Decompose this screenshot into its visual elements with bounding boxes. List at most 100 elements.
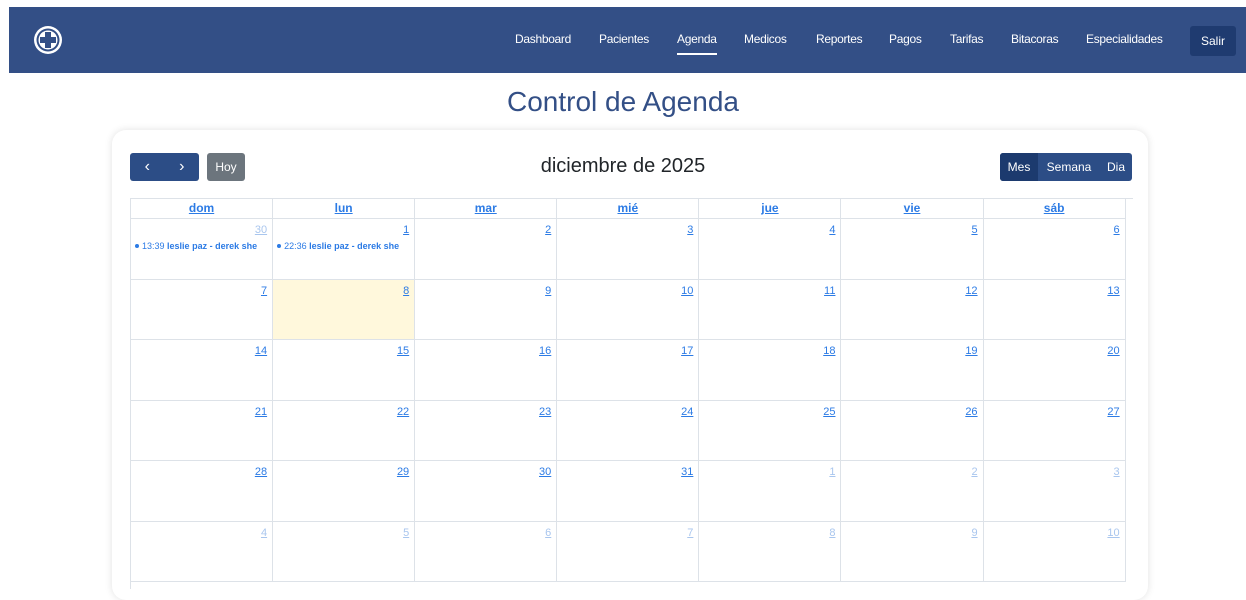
nav-item-medicos[interactable]: Medicos <box>744 32 787 46</box>
day-number-link[interactable]: 25 <box>823 406 835 418</box>
day-cell[interactable]: 21 <box>131 400 274 461</box>
day-number-link[interactable]: 8 <box>403 285 409 297</box>
nav-item-tarifas[interactable]: Tarifas <box>950 32 984 46</box>
day-number-link[interactable]: 23 <box>539 406 551 418</box>
day-number-link[interactable]: 4 <box>261 527 267 539</box>
day-cell[interactable]: 18 <box>699 340 842 401</box>
day-number-link[interactable]: 4 <box>829 224 835 236</box>
day-cell[interactable]: 26 <box>841 400 984 461</box>
day-cell-today[interactable]: 8 <box>273 279 416 340</box>
day-cell[interactable]: 23 <box>415 400 558 461</box>
day-cell[interactable]: 15 <box>273 340 416 401</box>
nav-item-pacientes[interactable]: Pacientes <box>599 32 649 46</box>
day-number-link[interactable]: 29 <box>397 466 409 478</box>
day-cell[interactable]: 5 <box>273 521 416 582</box>
day-cell[interactable]: 17 <box>557 340 700 401</box>
calendar-event[interactable]: 22:36 leslie paz - derek she <box>277 241 412 251</box>
day-number-link[interactable]: 6 <box>1114 224 1120 236</box>
day-cell[interactable]: 9 <box>415 279 558 340</box>
day-cell[interactable]: 31 <box>557 461 700 522</box>
day-number-link[interactable]: 16 <box>539 345 551 357</box>
day-cell[interactable]: 2 <box>841 461 984 522</box>
day-cell[interactable]: 6 <box>415 521 558 582</box>
day-cell[interactable]: 9 <box>841 521 984 582</box>
weekday-header[interactable]: jue <box>699 199 842 219</box>
nav-item-pagos[interactable]: Pagos <box>889 32 922 46</box>
day-number-link[interactable]: 30 <box>539 466 551 478</box>
day-number-link[interactable]: 8 <box>829 527 835 539</box>
day-cell[interactable]: 4 <box>699 219 842 280</box>
day-cell[interactable]: 25 <box>699 400 842 461</box>
day-cell[interactable]: 22 <box>273 400 416 461</box>
day-number-link[interactable]: 13 <box>1107 285 1119 297</box>
day-cell[interactable]: 14 <box>131 340 274 401</box>
logout-button[interactable]: Salir <box>1190 26 1236 56</box>
day-cell[interactable]: 3 <box>557 219 700 280</box>
day-number-link[interactable]: 14 <box>255 345 267 357</box>
day-number-link[interactable]: 2 <box>971 466 977 478</box>
day-number-link[interactable]: 22 <box>397 406 409 418</box>
day-number-link[interactable]: 27 <box>1107 406 1119 418</box>
day-number-link[interactable]: 3 <box>1114 466 1120 478</box>
day-number-link[interactable]: 5 <box>403 527 409 539</box>
day-number-link[interactable]: 19 <box>965 345 977 357</box>
day-cell[interactable]: 19 <box>841 340 984 401</box>
day-cell[interactable]: 5 <box>841 219 984 280</box>
day-cell[interactable]: 24 <box>557 400 700 461</box>
day-number-link[interactable]: 9 <box>971 527 977 539</box>
day-cell[interactable]: 3 <box>983 461 1126 522</box>
day-cell[interactable]: 11 <box>699 279 842 340</box>
day-number-link[interactable]: 7 <box>261 285 267 297</box>
weekday-header[interactable]: vie <box>841 199 984 219</box>
nav-item-especialidades[interactable]: Especialidades <box>1086 32 1163 46</box>
day-cell[interactable]: 7 <box>131 279 274 340</box>
day-cell[interactable]: 10 <box>983 521 1126 582</box>
day-number-link[interactable]: 1 <box>403 224 409 236</box>
day-cell[interactable]: 4 <box>131 521 274 582</box>
day-number-link[interactable]: 18 <box>823 345 835 357</box>
day-number-link[interactable]: 17 <box>681 345 693 357</box>
day-cell[interactable]: 2 <box>415 219 558 280</box>
view-week-button[interactable]: Semana <box>1038 153 1100 181</box>
day-number-link[interactable]: 2 <box>545 224 551 236</box>
day-number-link[interactable]: 9 <box>545 285 551 297</box>
day-cell[interactable]: 1 <box>699 461 842 522</box>
day-cell[interactable]: 30 <box>415 461 558 522</box>
day-cell[interactable]: 12 <box>841 279 984 340</box>
view-day-button[interactable]: Dia <box>1100 153 1132 181</box>
day-number-link[interactable]: 30 <box>255 224 267 236</box>
day-cell[interactable]: 7 <box>557 521 700 582</box>
day-number-link[interactable]: 24 <box>681 406 693 418</box>
day-number-link[interactable]: 28 <box>255 466 267 478</box>
day-number-link[interactable]: 6 <box>545 527 551 539</box>
day-cell[interactable]: 6 <box>983 219 1126 280</box>
nav-item-agenda[interactable]: Agenda <box>677 32 717 55</box>
day-number-link[interactable]: 31 <box>681 466 693 478</box>
day-number-link[interactable]: 1 <box>829 466 835 478</box>
day-number-link[interactable]: 26 <box>965 406 977 418</box>
weekday-header[interactable]: dom <box>131 199 274 219</box>
day-number-link[interactable]: 12 <box>965 285 977 297</box>
day-number-link[interactable]: 10 <box>681 285 693 297</box>
day-number-link[interactable]: 10 <box>1107 527 1119 539</box>
day-cell[interactable]: 16 <box>415 340 558 401</box>
day-number-link[interactable]: 3 <box>687 224 693 236</box>
day-cell[interactable]: 1 22:36 leslie paz - derek she <box>273 219 416 280</box>
view-month-button[interactable]: Mes <box>1000 153 1038 181</box>
day-cell[interactable]: 20 <box>983 340 1126 401</box>
nav-item-reportes[interactable]: Reportes <box>816 32 863 46</box>
day-number-link[interactable]: 15 <box>397 345 409 357</box>
weekday-header[interactable]: sáb <box>983 199 1126 219</box>
day-cell[interactable]: 10 <box>557 279 700 340</box>
nav-item-bitacoras[interactable]: Bitacoras <box>1011 32 1059 46</box>
day-cell[interactable]: 8 <box>699 521 842 582</box>
day-cell[interactable]: 29 <box>273 461 416 522</box>
day-cell[interactable]: 27 <box>983 400 1126 461</box>
nav-item-dashboard[interactable]: Dashboard <box>515 32 571 46</box>
weekday-header[interactable]: lun <box>273 199 416 219</box>
day-cell[interactable]: 28 <box>131 461 274 522</box>
day-number-link[interactable]: 11 <box>824 285 835 297</box>
weekday-header[interactable]: mar <box>415 199 558 219</box>
weekday-header[interactable]: mié <box>557 199 700 219</box>
day-number-link[interactable]: 5 <box>971 224 977 236</box>
